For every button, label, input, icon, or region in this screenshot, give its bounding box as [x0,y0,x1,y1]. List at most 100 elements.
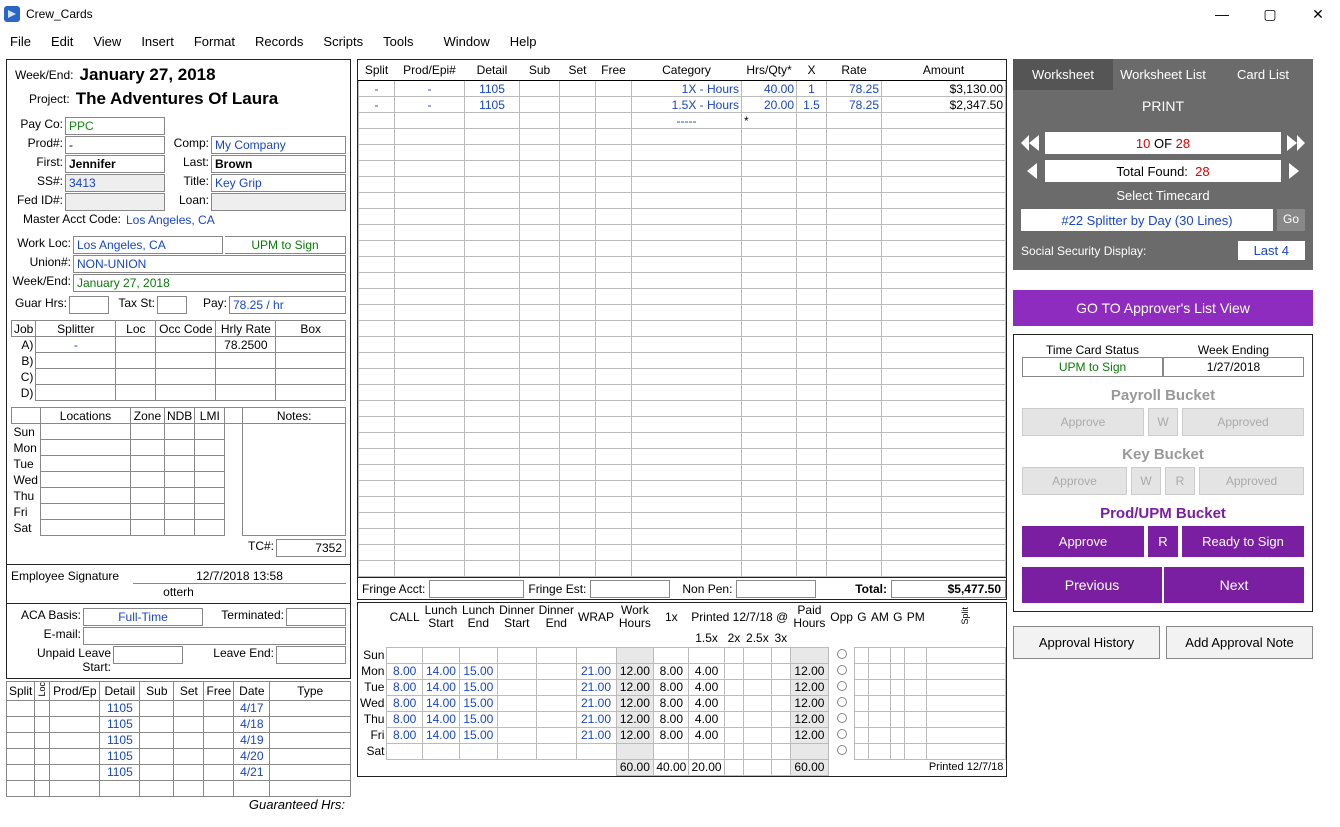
key-bucket-label: Key Bucket [1022,446,1304,463]
key-r-button[interactable]: R [1165,467,1195,495]
menu-insert[interactable]: Insert [141,34,174,49]
menu-window[interactable]: Window [444,34,490,49]
payroll-approved-button[interactable]: Approved [1182,408,1304,436]
fedid-field[interactable] [65,193,165,211]
term-field[interactable] [286,608,346,626]
loan-field[interactable] [211,193,346,211]
line-items-grid: Split Prod/Epi# Detail Sub Set Free Cate… [358,60,1006,577]
key-w-button[interactable]: W [1131,467,1161,495]
opp-radio[interactable] [837,665,847,675]
fedid-label: Fed ID#: [11,193,63,211]
previous-button[interactable]: Previous [1022,567,1162,603]
goto-approvers-button[interactable]: GO TO Approver's List View [1013,290,1313,326]
produpm-ready-button[interactable]: Ready to Sign [1182,526,1304,557]
add-approval-note-button[interactable]: Add Approval Note [1166,626,1313,659]
opp-radio[interactable] [837,713,847,723]
produpm-r-button[interactable]: R [1148,526,1178,557]
ssd-dropdown[interactable]: Last 4 [1238,241,1305,260]
pay-field[interactable]: 78.25 / hr [229,296,346,314]
comp-field[interactable]: My Company [211,136,346,154]
prev-icon[interactable] [1021,161,1041,181]
menu-records[interactable]: Records [255,34,303,49]
workloc-field[interactable]: Los Angeles, CA [73,236,223,254]
ss-field[interactable]: 3413 [65,174,165,192]
guarhrs-field[interactable] [69,296,109,314]
weekend2-field[interactable]: January 27, 2018 [73,274,346,292]
menu-help[interactable]: Help [510,34,537,49]
produpm-approve-button[interactable]: Approve [1022,526,1144,557]
pay-label: Pay: [189,296,227,314]
fringe-acct-field[interactable] [429,580,524,598]
tc-field[interactable]: 7352 [276,539,346,557]
taxst-label: Tax St: [111,296,155,314]
key-approved-button[interactable]: Approved [1199,467,1304,495]
select-timecard-dropdown[interactable]: #22 Splitter by Day (30 Lines) [1021,209,1273,231]
weekend-value: January 27, 2018 [79,65,215,85]
menu-tools[interactable]: Tools [383,34,413,49]
menu-scripts[interactable]: Scripts [323,34,363,49]
approval-history-button[interactable]: Approval History [1013,626,1160,659]
print-button[interactable]: PRINT [1013,90,1313,122]
union-field[interactable]: NON-UNION [73,255,346,273]
next-icon[interactable] [1285,161,1305,181]
ssd-label: Social Security Display: [1021,244,1230,258]
next-button[interactable]: Next [1164,567,1304,603]
total-paid-hours: 60.00 [791,759,829,775]
first-field[interactable]: Jennifer [65,155,165,173]
menu-view[interactable]: View [93,34,121,49]
menu-format[interactable]: Format [194,34,235,49]
mac-field[interactable]: Los Angeles, CA [123,212,346,230]
opp-radio[interactable] [837,697,847,707]
key-approve-button[interactable]: Approve [1022,467,1127,495]
opp-radio[interactable] [837,745,847,755]
sig-label: Employee Signature [11,569,131,584]
select-timecard-label: Select Timecard [1021,188,1305,203]
first-icon[interactable] [1021,133,1041,153]
payroll-approve-button[interactable]: Approve [1022,408,1144,436]
total-found-display: Total Found: 28 [1045,160,1281,182]
payroll-w-button[interactable]: W [1148,408,1178,436]
tab-worksheet-list[interactable]: Worksheet List [1113,59,1213,90]
fringe-est-field[interactable] [590,580,670,598]
ulstart-field[interactable] [113,646,183,664]
payco-field[interactable]: PPC [65,117,165,135]
close-button[interactable]: ✕ [1308,6,1328,23]
total-1x: 40.00 [654,759,689,775]
menu-edit[interactable]: Edit [51,34,73,49]
line-item-row: ----- * [359,113,1006,129]
prodnum-field[interactable]: - [65,136,165,154]
opp-radio[interactable] [837,729,847,739]
job-a-rate[interactable]: 78.2500 [216,337,276,353]
tab-worksheet[interactable]: Worksheet [1013,59,1113,90]
app-icon [4,6,20,22]
project-label: Project: [15,92,70,106]
we-value: 1/27/2018 [1163,357,1304,377]
last-field[interactable]: Brown [211,155,346,173]
weekend2-label: Week/End: [11,274,71,292]
tab-card-list[interactable]: Card List [1213,59,1313,90]
payroll-bucket-label: Payroll Bucket [1022,387,1304,404]
ulend-field[interactable] [276,646,346,664]
aca-field[interactable]: Full-Time [83,608,203,626]
menu-bar: File Edit View Insert Format Records Scr… [0,28,1340,55]
last-icon[interactable] [1285,133,1305,153]
taxst-field[interactable] [157,296,187,314]
email-field[interactable] [83,627,346,645]
window-title: Crew_Cards [26,7,1212,21]
minimize-button[interactable]: — [1212,6,1232,23]
project-value: The Adventures Of Laura [76,89,278,109]
opp-radio[interactable] [837,649,847,659]
opp-radio[interactable] [837,681,847,691]
notes-area[interactable] [243,424,346,536]
maximize-button[interactable]: ▢ [1260,6,1280,23]
go-button[interactable]: Go [1277,209,1305,231]
hours-table: CALL LunchStart LunchEnd DinnerStart Din… [358,603,1006,776]
payco-label: Pay Co: [11,117,63,135]
right-tabs: Worksheet Worksheet List Card List [1013,59,1313,90]
title-field[interactable]: Key Grip [211,174,346,192]
line-item-row: - - 1105 1X - Hours 40.00 1 78.25 $3,130… [359,81,1006,97]
nonpen-field[interactable] [736,580,816,598]
menu-file[interactable]: File [10,34,31,49]
job-a-splitter[interactable]: - [36,337,116,353]
sig-user: otterh [11,585,346,599]
